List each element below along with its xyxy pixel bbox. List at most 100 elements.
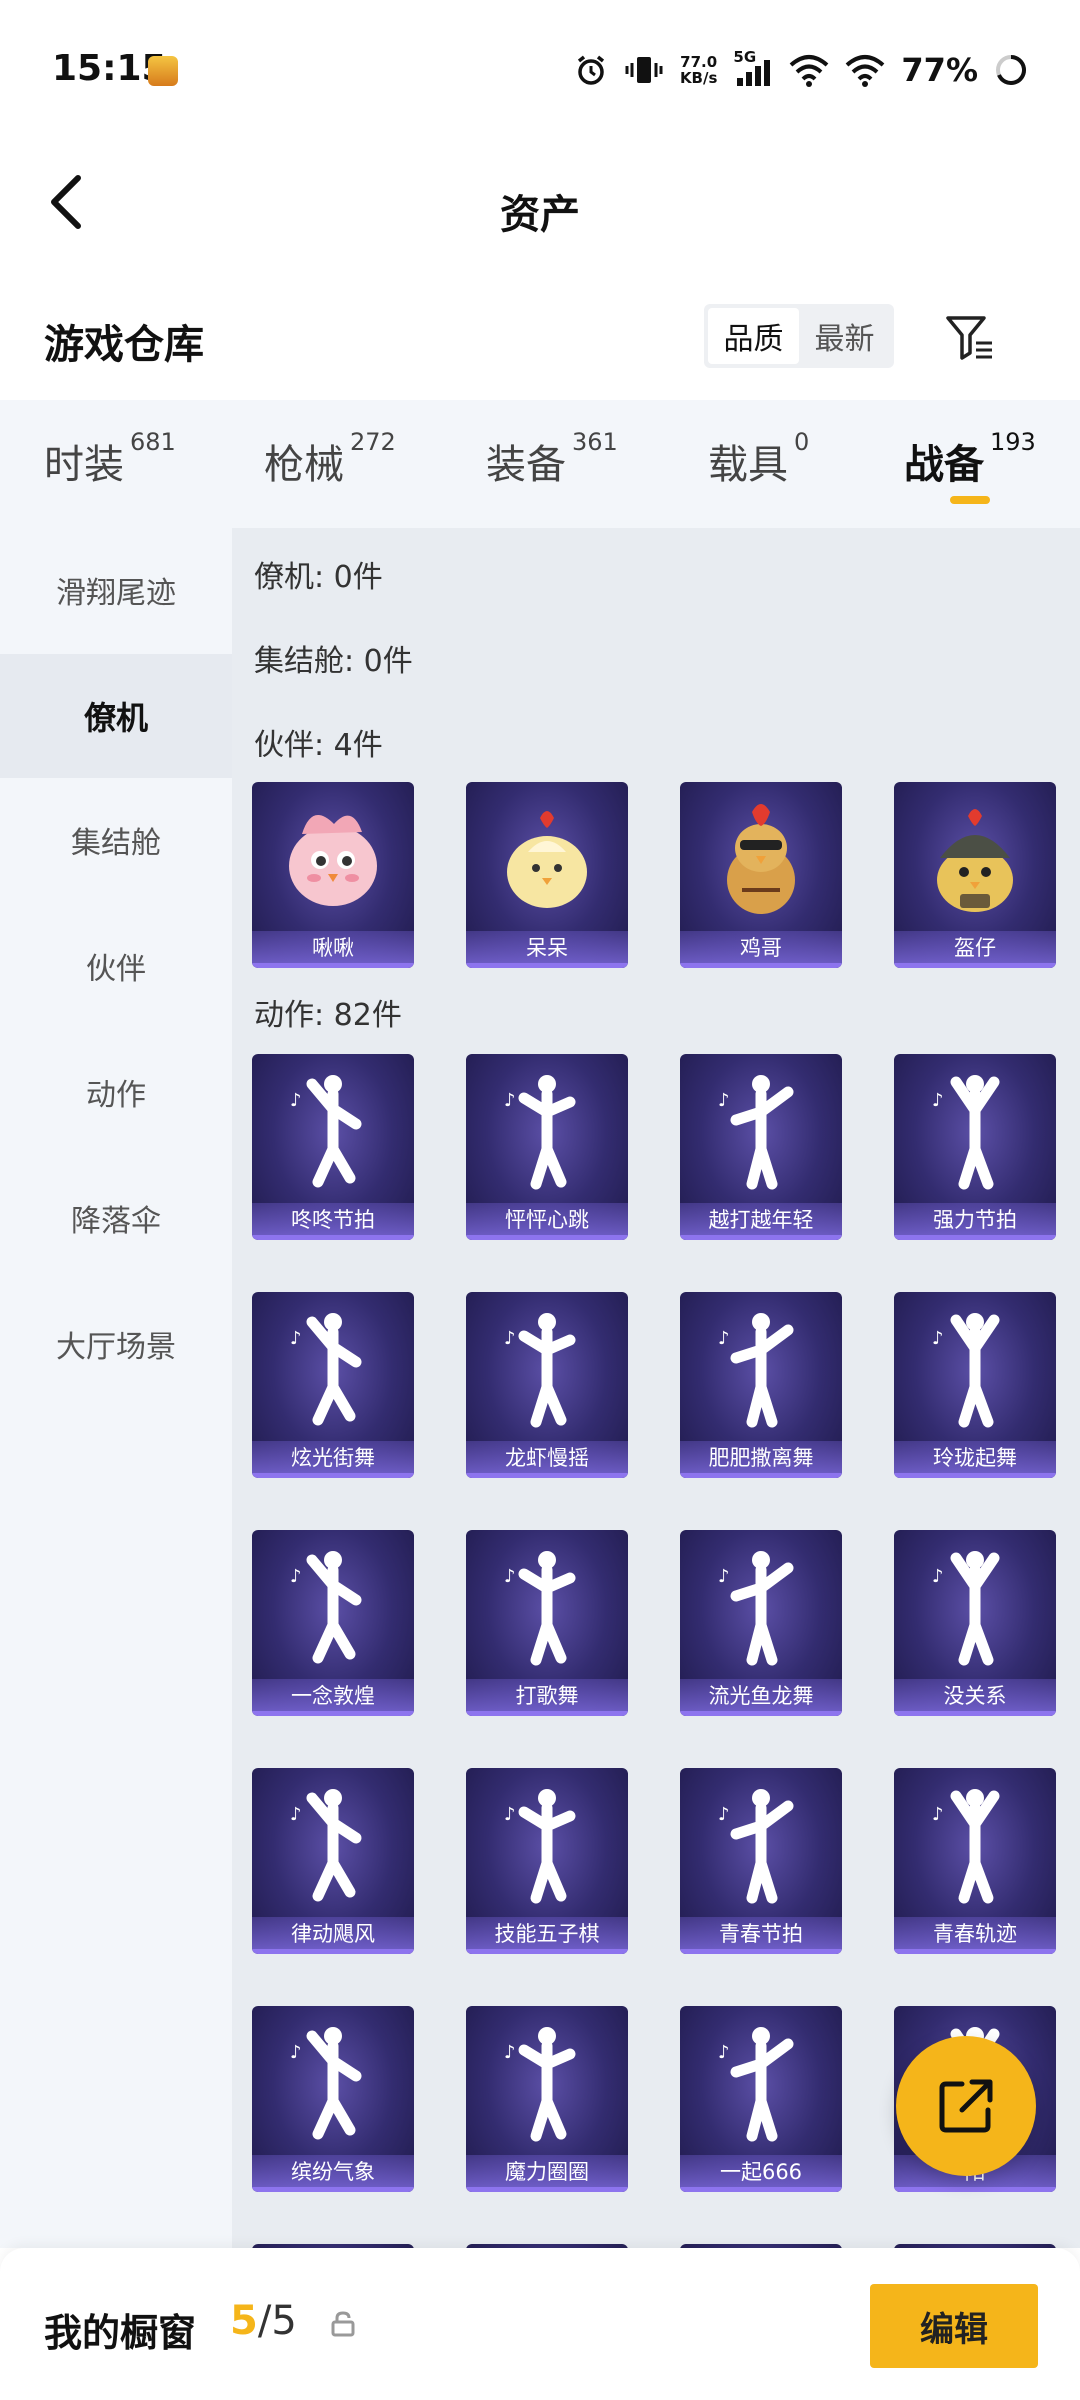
emote-card[interactable]: ♪ 怦怦心跳: [466, 1054, 628, 1240]
share-button[interactable]: [896, 2036, 1036, 2176]
partner-card[interactable]: 鸡哥: [680, 782, 842, 968]
battery-ring-icon: [996, 55, 1026, 85]
emote-card[interactable]: ♪ 流光鱼龙舞: [680, 1530, 842, 1716]
emote-name: 一念敦煌: [252, 1679, 414, 1711]
sort-toggle: 品质 最新: [704, 304, 894, 368]
section-partners-count: 伙伴: 4件: [254, 728, 383, 763]
dancer-silhouette-icon: ♪: [932, 1313, 1000, 1428]
filter-button[interactable]: [940, 308, 1000, 368]
svg-text:♪: ♪: [932, 1566, 944, 1587]
emote-name: 青春节拍: [680, 1917, 842, 1949]
svg-text:♪: ♪: [290, 2042, 302, 2063]
dancer-silhouette-icon: ♪: [290, 2027, 362, 2140]
emote-name: 龙虾慢摇: [466, 1441, 628, 1473]
sidebar-item-lobby-scene[interactable]: 大厅场景: [0, 1282, 232, 1406]
svg-text:♪: ♪: [290, 1566, 302, 1587]
emote-card[interactable]: ♪ 没关系: [894, 1530, 1056, 1716]
svg-text:♪: ♪: [718, 1566, 730, 1587]
dancer-silhouette-icon: ♪: [718, 1313, 794, 1428]
emote-name: 怦怦心跳: [466, 1203, 628, 1235]
emote-name: 炫光街舞: [252, 1441, 414, 1473]
emote-card[interactable]: ♪ 青春轨迹: [894, 1768, 1056, 1954]
emote-name: 律动飓风: [252, 1917, 414, 1949]
status-bar: 15:15 77.0 KB/s 5G 77%: [0, 0, 1080, 140]
svg-text:♪: ♪: [290, 1328, 302, 1349]
emote-card[interactable]: ♪ 打歌舞: [466, 1530, 628, 1716]
emote-card[interactable]: ♪ 技能五子棋: [466, 1768, 628, 1954]
signal-icon: [737, 60, 771, 86]
svg-text:♪: ♪: [290, 1804, 302, 1825]
sort-by-newest[interactable]: 最新: [799, 308, 890, 364]
tab-count: 0: [794, 428, 810, 456]
emote-card[interactable]: ♪ 律动飓风: [252, 1768, 414, 1954]
dancer-silhouette-icon: ♪: [718, 1551, 794, 1666]
tab-count: 361: [572, 428, 618, 456]
sidebar-item-wingman[interactable]: 僚机: [0, 654, 232, 778]
network-speed-unit: KB/s: [679, 69, 718, 87]
dancer-silhouette-icon: ♪: [290, 1313, 362, 1426]
tab-vehicles[interactable]: 载具 0: [708, 428, 809, 490]
tab-count: 681: [130, 428, 176, 456]
showcase-bar: 我的橱窗 5/5 编辑: [0, 2248, 1080, 2400]
emote-name: 魔力圈圈: [466, 2155, 628, 2187]
partner-card[interactable]: 呆呆: [466, 782, 628, 968]
showcase-count-total: 5: [271, 2298, 297, 2344]
svg-text:♪: ♪: [504, 2042, 516, 2063]
emote-name: 咚咚节拍: [252, 1203, 414, 1235]
dancer-silhouette-icon: ♪: [290, 1075, 362, 1188]
category-tabs: 时装 681 枪械 272 装备 361 载具 0 战备 193: [0, 400, 1080, 528]
partner-card[interactable]: 啾啾: [252, 782, 414, 968]
emote-card[interactable]: ♪ 魔力圈圈: [466, 2006, 628, 2192]
emote-card[interactable]: ♪ 玲珑起舞: [894, 1292, 1056, 1478]
alarm-icon: [577, 55, 605, 85]
sidebar-item-glide-trail[interactable]: 滑翔尾迹: [0, 528, 232, 652]
svg-text:♪: ♪: [504, 1328, 516, 1349]
sidebar-item-emotes[interactable]: 动作: [0, 1030, 232, 1154]
partner-name: 啾啾: [252, 931, 414, 963]
partner-card[interactable]: 盔仔: [894, 782, 1056, 968]
sidebar-item-rally-pod[interactable]: 集结舱: [0, 778, 232, 902]
svg-text:♪: ♪: [932, 1090, 944, 1111]
emote-name: 越打越年轻: [680, 1203, 842, 1235]
svg-text:♪: ♪: [718, 1804, 730, 1825]
svg-text:♪: ♪: [718, 1328, 730, 1349]
section-wingman-count: 僚机: 0件: [254, 560, 383, 595]
dancer-silhouette-icon: ♪: [932, 1551, 1000, 1666]
dancer-silhouette-icon: ♪: [932, 1075, 1000, 1190]
svg-text:♪: ♪: [504, 1566, 516, 1587]
sort-by-quality[interactable]: 品质: [708, 308, 799, 364]
dancer-silhouette-icon: ♪: [718, 1789, 794, 1904]
cellular-signal: 5G: [733, 48, 773, 88]
tab-label: 载具: [708, 442, 788, 488]
emote-card[interactable]: ♪ 肥肥撒离舞: [680, 1292, 842, 1478]
emote-card[interactable]: ♪ 咚咚节拍: [252, 1054, 414, 1240]
emote-card[interactable]: ♪ 一念敦煌: [252, 1530, 414, 1716]
tab-fashion[interactable]: 时装 681: [44, 428, 176, 490]
emote-card[interactable]: ♪ 越打越年轻: [680, 1054, 842, 1240]
tab-combat-gear[interactable]: 战备 193: [904, 428, 1036, 490]
emote-card[interactable]: ♪ 龙虾慢摇: [466, 1292, 628, 1478]
warehouse-title: 游戏仓库: [44, 322, 204, 368]
sidebar-item-parachute[interactable]: 降落伞: [0, 1156, 232, 1280]
emote-card[interactable]: ♪ 炫光街舞: [252, 1292, 414, 1478]
page-title: 资产: [500, 192, 580, 238]
emote-card[interactable]: ♪ 强力节拍: [894, 1054, 1056, 1240]
emote-card[interactable]: ♪ 青春节拍: [680, 1768, 842, 1954]
dancer-silhouette-icon: ♪: [932, 1789, 1000, 1904]
emote-name: 没关系: [894, 1679, 1056, 1711]
sidebar-item-partners[interactable]: 伙伴: [0, 904, 232, 1028]
tab-guns[interactable]: 枪械 272: [264, 428, 396, 490]
active-tab-indicator: [950, 496, 990, 504]
emote-name: 肥肥撒离舞: [680, 1441, 842, 1473]
tab-label: 战备: [904, 442, 984, 488]
emote-name: 技能五子棋: [466, 1917, 628, 1949]
tab-equipment[interactable]: 装备 361: [486, 428, 618, 490]
emote-name: 一起666: [680, 2155, 842, 2187]
emote-name: 青春轨迹: [894, 1917, 1056, 1949]
dancer-silhouette-icon: ♪: [290, 1789, 362, 1902]
emote-name: 玲珑起舞: [894, 1441, 1056, 1473]
edit-button[interactable]: 编辑: [870, 2284, 1038, 2368]
emote-name: 缤纷气象: [252, 2155, 414, 2187]
emote-card[interactable]: ♪ 缤纷气象: [252, 2006, 414, 2192]
emote-card[interactable]: ♪ 一起666: [680, 2006, 842, 2192]
